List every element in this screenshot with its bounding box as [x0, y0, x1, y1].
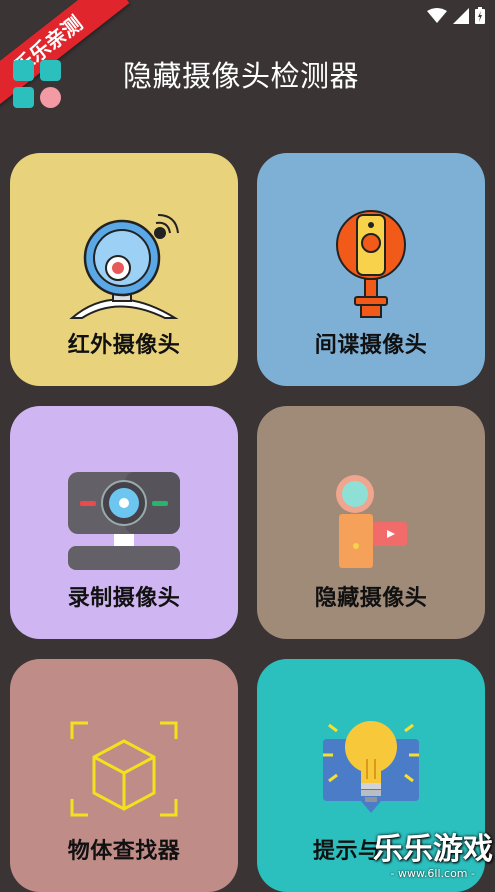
card-infrared-camera[interactable]: 红外摄像头 — [10, 153, 238, 386]
watermark-logo: 乐乐游戏 — [373, 832, 493, 867]
wifi-icon — [427, 7, 447, 23]
watermark-url: - www.6ll.com - — [390, 867, 475, 880]
card-label: 隐藏摄像头 — [314, 586, 428, 611]
app-logo-icon — [13, 60, 63, 110]
card-label: 间谍摄像头 — [314, 333, 428, 358]
card-hidden-camera[interactable]: 隐藏摄像头 — [257, 406, 485, 639]
card-record-camera[interactable]: 录制摄像头 — [10, 406, 238, 639]
card-spy-camera[interactable]: 间谍摄像头 — [257, 153, 485, 386]
signal-icon — [453, 7, 469, 24]
card-label: 物体查找器 — [67, 839, 181, 864]
page-title: 隐藏摄像头检测器 — [123, 59, 360, 93]
card-label: 录制摄像头 — [67, 586, 181, 611]
card-label: 红外摄像头 — [67, 333, 181, 358]
battery-icon — [475, 7, 485, 24]
card-object-finder[interactable]: 物体查找器 — [10, 659, 238, 892]
